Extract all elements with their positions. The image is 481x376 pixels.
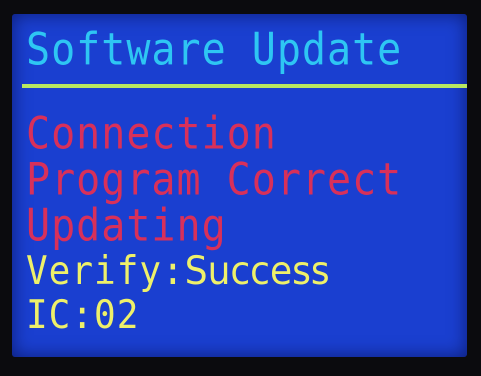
ic-number: IC:02 (26, 293, 140, 339)
verify-label: Verify: (26, 249, 185, 295)
lcd-screen: Software Update Connection Program Corre… (12, 14, 467, 357)
step-connection: Connection (26, 108, 277, 160)
device-bezel: Software Update Connection Program Corre… (0, 0, 481, 376)
title-divider (22, 84, 467, 88)
step-updating: Updating (26, 200, 227, 252)
verify-status: Verify:Success (26, 249, 330, 294)
screen-title: Software Update (26, 24, 403, 76)
step-program-correct: Program Correct (26, 154, 403, 206)
verify-value: Success (184, 249, 330, 295)
